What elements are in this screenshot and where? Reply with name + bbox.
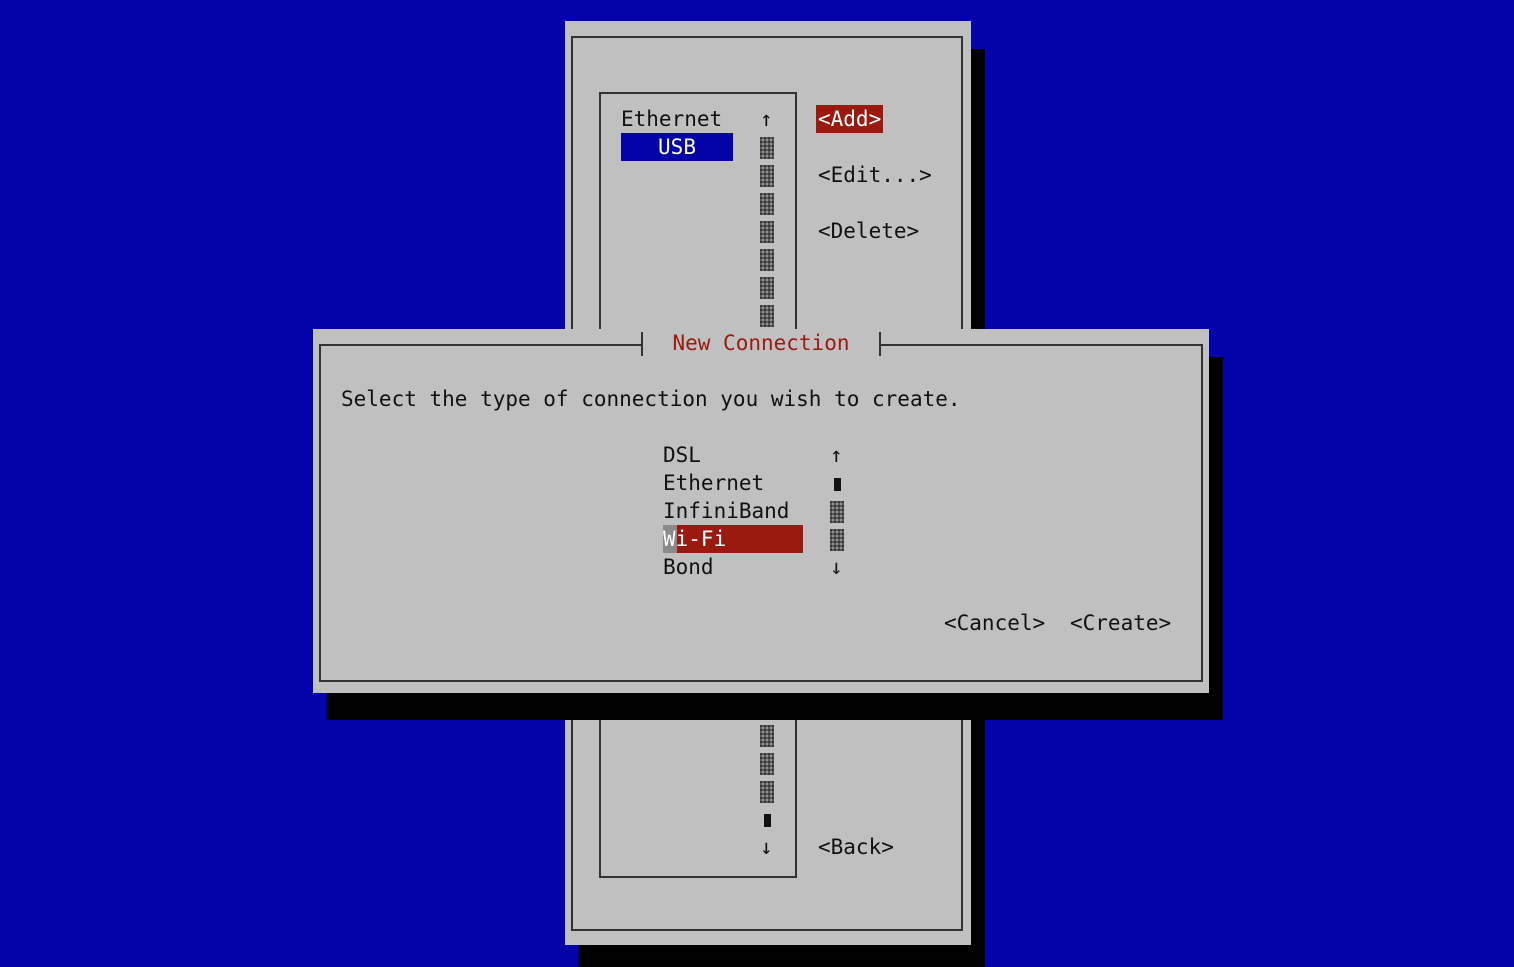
scrollbar-track[interactable]	[760, 305, 774, 327]
type-scrollbar-track[interactable]	[830, 529, 844, 551]
back-button[interactable]: <Back>	[818, 833, 894, 861]
scrollbar-track[interactable]	[760, 277, 774, 299]
add-button[interactable]: <Add>	[816, 105, 884, 133]
list-item-usb[interactable]: USB	[621, 133, 733, 161]
scroll-down-arrow-icon[interactable]: ↓	[760, 833, 773, 861]
cancel-button[interactable]: <Cancel>	[944, 609, 1045, 637]
scrollbar-thumb[interactable]	[764, 814, 771, 827]
scrollbar-track[interactable]	[760, 725, 774, 747]
type-scrollbar-track[interactable]	[830, 501, 844, 523]
scrollbar-track[interactable]	[760, 753, 774, 775]
type-item-dsl[interactable]: DSL	[663, 441, 701, 469]
delete-button[interactable]: <Delete>	[818, 217, 919, 245]
create-button[interactable]: <Create>	[1070, 609, 1171, 637]
scrollbar-track[interactable]	[760, 193, 774, 215]
edit-button[interactable]: <Edit...>	[818, 161, 932, 189]
type-scroll-up-arrow-icon[interactable]: ↑	[830, 441, 843, 469]
title-divider-right	[879, 332, 881, 356]
type-item-wifi[interactable]: Wi-Fi	[663, 525, 726, 553]
scrollbar-track[interactable]	[760, 221, 774, 243]
type-scroll-down-arrow-icon[interactable]: ↓	[830, 553, 843, 581]
scrollbar-track[interactable]	[760, 165, 774, 187]
scrollbar-track[interactable]	[760, 249, 774, 271]
type-item-ethernet[interactable]: Ethernet	[663, 469, 764, 497]
dialog-prompt: Select the type of connection you wish t…	[341, 387, 961, 411]
type-scrollbar-thumb[interactable]	[834, 478, 841, 491]
list-item-ethernet[interactable]: Ethernet	[621, 105, 722, 133]
type-item-infiniband[interactable]: InfiniBand	[663, 497, 789, 525]
scrollbar-track[interactable]	[760, 137, 774, 159]
scroll-up-arrow-icon[interactable]: ↑	[760, 105, 773, 133]
dialog-title: New Connection	[672, 331, 850, 355]
scrollbar-track[interactable]	[760, 781, 774, 803]
type-item-bond[interactable]: Bond	[663, 553, 714, 581]
